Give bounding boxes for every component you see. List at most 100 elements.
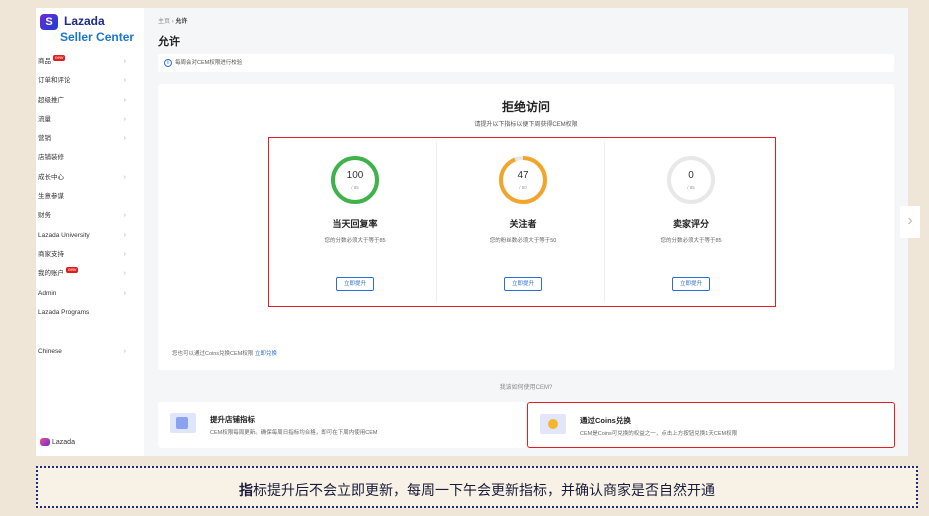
new-badge: new <box>66 267 79 274</box>
improve-now-button[interactable]: 立即提升 <box>336 277 374 291</box>
lazada-bag-icon: S <box>40 14 58 30</box>
sidebar-item[interactable]: 店铺装修 <box>36 148 144 167</box>
logo-name: Lazada <box>64 14 105 28</box>
metric-panel: 47 / 50 关注者您的粉丝数必须大于等于50 立即提升 <box>441 142 605 302</box>
metric-name: 关注者 <box>509 219 537 229</box>
sidebar-item-label: 流量 <box>38 115 51 123</box>
metric-desc: 您的粉丝数必须大于等于50 <box>489 238 557 244</box>
sidebar-item[interactable]: 商品new › <box>36 52 144 71</box>
sidebar-item[interactable]: 商家支持 › <box>36 245 144 264</box>
info-icon: i <box>164 58 172 67</box>
sidebar-item-label: 商家支持 <box>38 250 64 258</box>
coins-note-text: 您也可以通过Coins兑换CEM权限 <box>172 351 254 357</box>
sidebar-item[interactable]: Lazada University › <box>36 226 144 245</box>
lazada-logo[interactable]: S Lazada Seller Center <box>40 12 144 46</box>
breadcrumb-current: 允许 <box>175 19 188 25</box>
chevron-right-icon: › <box>123 250 126 258</box>
option-title: 提升店铺指标 <box>210 415 255 424</box>
sidebar-item-label: 生意参谋 <box>38 193 64 201</box>
sidebar-item[interactable]: 生意参谋 <box>36 187 144 206</box>
sidebar-nav: 商品new › 订单和评论 › 超级推广 › 流量 › 营销 › 店铺装修 成长中心 › 生意参谋 财务 › L… <box>36 52 144 361</box>
sidebar-item[interactable]: 我的账户new › <box>36 264 144 283</box>
option-desc: CEM权限每周更新。确保每周日指标均合格，即可在下周内使用CEM <box>210 430 378 436</box>
sidebar-item-label: 超级推广 <box>38 96 64 104</box>
annotation-banner: 指标提升后不会立即更新，每周一下午会更新指标，并确认商家是否自然开通 <box>36 466 918 508</box>
notice-text: 每周会对CEM权限进行校验 <box>175 60 243 66</box>
chevron-right-icon: › <box>123 270 126 278</box>
seller-center-window: S Lazada Seller Center 商品new › 订单和评论 › 超级推广 ›… <box>36 8 908 456</box>
metric-desc: 您的分数必须大于等于85 <box>660 238 722 244</box>
option-desc: CEM是Coins可兑换的权益之一，点击上方按钮兑换1天CEM权限 <box>580 431 738 437</box>
score-target: / 50 <box>519 185 527 190</box>
option-improve-metrics[interactable]: 提升店铺指标 CEM权限每周更新。确保每周日指标均合格，即可在下周内使用CEM <box>158 402 526 448</box>
chevron-right-icon: › <box>123 173 126 181</box>
sidebar-item[interactable]: 超级推广 › <box>36 91 144 110</box>
card-title: 拒绝访问 <box>501 100 550 114</box>
how-to-use-cem: 我该如何使用CEM? <box>499 385 553 391</box>
metric-name: 卖家评分 <box>672 219 709 229</box>
score-target: / 85 <box>687 185 695 190</box>
breadcrumb-separator: › <box>171 19 174 25</box>
coins-note: 您也可以通过Coins兑换CEM权限 立即兑换 <box>172 349 277 357</box>
chevron-right-icon: › <box>123 77 126 85</box>
metric-desc: 您的分数必须大于等于85 <box>324 238 386 244</box>
sidebar-item-label: 成长中心 <box>38 173 64 181</box>
metric-panel: 100 / 85 当天回复率 您的分数必须大于等于85 立即提升 <box>273 142 437 302</box>
score-value: 0 <box>688 170 694 181</box>
page-title: 允许 <box>158 36 180 48</box>
sidebar-item[interactable]: 订单和评论 › <box>36 71 144 90</box>
sidebar-item[interactable]: Lazada Programs <box>36 303 144 322</box>
access-denied-card: 拒绝访问 请提升以下指标以便下周获得CEM权限 100 / 85 当天回复率 您的分数… <box>158 84 894 370</box>
annotation-bold: 指 <box>239 482 253 498</box>
new-badge: new <box>53 55 66 61</box>
sidebar-item-label: 订单和评论 <box>38 77 71 85</box>
sidebar-item-label: 商品 <box>38 58 51 65</box>
improve-now-button[interactable]: 立即提升 <box>504 277 542 291</box>
chevron-right-icon: › <box>123 231 126 239</box>
chevron-right-icon: › <box>123 135 126 143</box>
annotation-rest: 标提升后不会立即更新，每周一下午会更新指标，并确认商家是否自然开通 <box>253 482 715 498</box>
chevron-right-icon: › <box>123 212 126 220</box>
footer-brand: Lazada <box>52 438 75 446</box>
language-selector[interactable]: Chinese › <box>36 342 144 361</box>
score-value: 100 <box>346 170 364 181</box>
sidebar-item[interactable]: Admin › <box>36 284 144 303</box>
sidebar-item[interactable]: 成长中心 › <box>36 168 144 187</box>
sidebar-item[interactable]: 财务 › <box>36 206 144 225</box>
coins-illustration-icon <box>540 414 566 434</box>
sidebar-item-label: 店铺装修 <box>38 154 64 162</box>
option-title: 通过Coins兑换 <box>580 416 631 425</box>
card-subtitle: 请提升以下指标以便下周获得CEM权限 <box>474 122 578 128</box>
sidebar-item-label: Lazada Programs <box>38 308 90 316</box>
sidebar-item[interactable]: 营销 › <box>36 129 144 148</box>
sidebar-item-label: 营销 <box>38 135 51 143</box>
store-metrics-illustration-icon <box>170 413 196 433</box>
redeem-now-link[interactable]: 立即兑换 <box>255 351 277 357</box>
metric-panel: 0 / 85 卖家评分您的分数必须大于等于85 立即提升 <box>609 142 773 302</box>
outer-frame: S Lazada Seller Center 商品new › 订单和评论 › 超级推广 ›… <box>0 0 929 516</box>
score-target: / 85 <box>351 185 359 190</box>
improve-now-button[interactable]: 立即提升 <box>672 277 710 291</box>
chevron-right-icon: › <box>123 348 126 356</box>
option-redeem-coins[interactable]: 通过Coins兑换 CEM是Coins可兑换的权益之一，点击上方按钮兑换1天CE… <box>527 402 895 448</box>
language-label: Chinese <box>38 348 62 356</box>
sidebar-item-label: Lazada University <box>38 231 90 239</box>
chevron-right-icon: › <box>123 58 126 65</box>
annotation-text: 指标提升后不会立即更新，每周一下午会更新指标，并确认商家是否自然开通 <box>38 480 916 500</box>
breadcrumb: 主页 › 允许 <box>158 16 187 25</box>
score-value: 47 <box>517 170 529 181</box>
sidebar-item-label: 我的账户 <box>38 270 64 278</box>
next-arrow-icon[interactable]: › <box>900 206 920 238</box>
sidebar-footer-logo: Lazada <box>40 438 75 446</box>
chevron-right-icon: › <box>123 96 126 104</box>
metrics-highlight-box: 100 / 85 当天回复率 您的分数必须大于等于85 立即提升 47 / 50 关注者 您的粉… <box>268 137 776 307</box>
main-content: 主页 › 允许 允许 i 每周会对CEM权限进行校验 拒绝访问 请提升以下指标以便… <box>144 8 908 456</box>
sidebar-item-label: 财务 <box>38 212 51 220</box>
sidebar-item-label: Admin <box>38 289 57 297</box>
sidebar-item[interactable]: 流量 › <box>36 110 144 129</box>
breadcrumb-home[interactable]: 主页 <box>158 19 170 25</box>
sidebar: S Lazada Seller Center 商品new › 订单和评论 › 超级推广 ›… <box>36 8 144 456</box>
chevron-right-icon: › <box>123 289 126 297</box>
notice-bar: i 每周会对CEM权限进行校验 <box>158 54 894 72</box>
lazada-heart-icon <box>40 438 50 446</box>
